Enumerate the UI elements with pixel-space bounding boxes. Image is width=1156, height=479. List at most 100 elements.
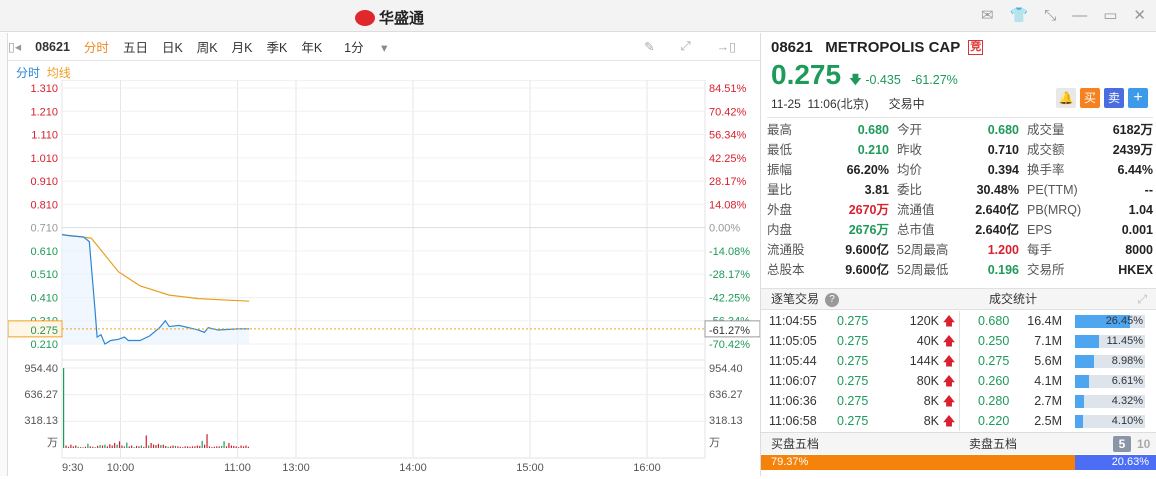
volume-bar	[145, 435, 147, 448]
time-label: 14:00	[399, 462, 427, 474]
date: 11-25	[771, 97, 801, 111]
stat-value: HKEX	[1118, 263, 1153, 277]
interval-select[interactable]: 1分 ▾	[344, 37, 401, 56]
depth-10-button[interactable]: 10	[1137, 433, 1150, 455]
add-watchlist-button[interactable]: +	[1128, 88, 1148, 108]
volume-bar	[208, 446, 211, 448]
depth-5-button[interactable]: 5	[1113, 436, 1131, 452]
volume-bar	[140, 445, 142, 448]
trade-volume: 40K	[916, 334, 939, 348]
stat-value: 0.394	[987, 163, 1019, 177]
legend-avg[interactable]: 均线	[47, 66, 71, 80]
stat-volume: 16.4M	[1027, 314, 1062, 328]
stat-label: 52周最低	[897, 263, 949, 277]
pct-tick: 84.51%	[709, 83, 747, 95]
trade-price: 0.275	[837, 374, 869, 388]
shrink-icon[interactable]: ⤡	[1044, 7, 1056, 24]
stat-price: 0.680	[978, 314, 1010, 328]
bid-ratio: 79.37%	[761, 455, 1076, 470]
price-tick: 0.810	[30, 199, 58, 211]
volume-bar	[201, 440, 203, 448]
price-tick: 0.410	[30, 292, 58, 304]
trade-row: 11:04:55 0.275 120K 🡅 0.680 16.4M 26.45%	[761, 311, 1156, 331]
buy-button[interactable]: 买	[1080, 88, 1100, 108]
time-label: 15:00	[516, 462, 544, 474]
maximize-button[interactable]: ▭	[1103, 6, 1117, 24]
time-label: 16:00	[633, 462, 661, 474]
collapse-left-icon[interactable]: ▯◂	[8, 39, 21, 54]
volume-bar	[238, 447, 240, 448]
stat-volume: 2.5M	[1034, 414, 1062, 428]
price-tick: 0.210	[30, 339, 58, 351]
up-arrow-icon: 🡅	[942, 354, 956, 368]
pencil-icon[interactable]: ✎	[644, 39, 654, 54]
trade-row: 11:05:44 0.275 144K 🡅 0.275 5.6M 8.98%	[761, 351, 1156, 371]
volume-bar	[80, 447, 82, 448]
volume-bar	[126, 442, 128, 448]
title-bar: 华盛通 ✉ 👕 ⤡ — ▭ ✕	[0, 0, 1156, 32]
trading-status: 交易中	[888, 97, 925, 111]
trade-volume: 80K	[916, 374, 939, 388]
help-icon[interactable]: ?	[825, 293, 839, 307]
ticks-title: 逐笔交易	[771, 292, 820, 306]
volume-bar	[87, 443, 89, 448]
tab-daily[interactable]: 日K	[162, 37, 183, 56]
ask-ratio: 20.63%	[1075, 455, 1156, 470]
tab-yearly[interactable]: 年K	[301, 37, 322, 56]
stat-label: 最低	[767, 143, 793, 157]
collapse-right-icon[interactable]: →▯	[717, 39, 736, 54]
tab-quarterly[interactable]: 季K	[266, 37, 287, 56]
sell-button[interactable]: 卖	[1104, 88, 1124, 108]
trade-list: 11:04:55 0.275 120K 🡅 0.680 16.4M 26.45%…	[761, 311, 1156, 431]
minimize-button[interactable]: —	[1072, 7, 1087, 24]
expand-icon[interactable]: ⤢	[1137, 289, 1147, 309]
time-label: 9:30	[62, 462, 83, 474]
last-price: 0.275	[771, 59, 842, 90]
stat-ratio-bar: 11.45%	[1075, 335, 1145, 348]
alert-bell-button[interactable]: 🔔	[1056, 88, 1076, 108]
legend-time[interactable]: 分时	[16, 66, 40, 80]
stat-label: 均价	[897, 163, 923, 177]
stat-price: 0.250	[978, 334, 1010, 348]
stat-value: 30.48%	[976, 183, 1019, 197]
quote-name: METROPOLIS CAP	[825, 39, 961, 56]
stat-label: 换手率	[1027, 163, 1065, 177]
volume-bar	[135, 445, 138, 448]
chart-toolbar: ▯◂ 08621 分时 五日 日K 周K 月K 季K 年K 1分 ▾ ✎ ⤢ →▯	[8, 33, 760, 61]
skin-icon[interactable]: 👕	[1010, 6, 1029, 24]
volume-bar	[216, 446, 218, 448]
volstats-title: 成交统计	[989, 292, 1038, 306]
stats-row: 流通股 9.600亿 52周最高 1.200 每手 8000	[767, 240, 1153, 260]
mail-icon[interactable]: ✉	[981, 6, 994, 24]
trade-row: 11:06:36 0.275 8K 🡅 0.280 2.7M 4.32%	[761, 391, 1156, 411]
ask-title: 卖盘五档	[969, 437, 1018, 451]
volume-bar	[109, 444, 111, 448]
volume-bar	[169, 446, 172, 448]
volume-bar	[63, 368, 65, 448]
volume-bar	[199, 445, 201, 448]
volume-bar	[160, 445, 162, 448]
logo-icon	[355, 9, 375, 26]
current-price-label: 0.275	[30, 325, 58, 337]
stats-row: 内盘 2676万 总市值 2.640亿 EPS 0.001	[767, 220, 1153, 240]
volume-bar	[75, 445, 77, 448]
tab-5day[interactable]: 五日	[123, 37, 148, 56]
trade-time: 11:06:07	[769, 374, 817, 388]
stat-label: 总股本	[767, 263, 805, 277]
stat-label: 流通股	[767, 243, 805, 257]
price-tick: 1.010	[30, 153, 58, 165]
tab-intraday[interactable]: 分时	[84, 37, 109, 56]
volume-bar	[116, 444, 118, 448]
pct-tick: -28.17%	[709, 269, 750, 281]
close-button[interactable]: ✕	[1133, 6, 1146, 24]
stat-volume: 4.1M	[1034, 374, 1062, 388]
tab-weekly[interactable]: 周K	[197, 37, 218, 56]
tab-monthly[interactable]: 月K	[232, 37, 253, 56]
stat-value: 1.04	[1128, 203, 1153, 217]
trade-price: 0.275	[837, 394, 869, 408]
fullscreen-icon[interactable]: ⤢	[681, 39, 691, 54]
stat-label: 量比	[767, 183, 793, 197]
volume-bar	[189, 446, 191, 448]
stat-label: PB(MRQ)	[1027, 203, 1082, 217]
stat-value: 0.710	[987, 143, 1019, 157]
